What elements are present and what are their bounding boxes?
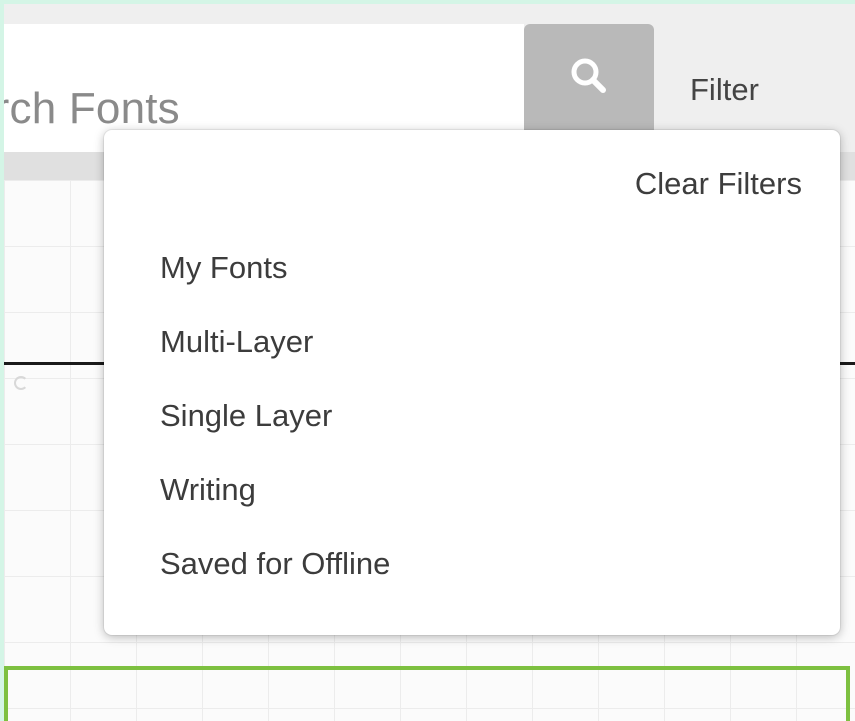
- search-button[interactable]: [524, 24, 654, 132]
- search-icon: [567, 54, 611, 103]
- filter-option-multi-layer[interactable]: Multi-Layer: [160, 322, 390, 396]
- filter-option-my-fonts[interactable]: My Fonts: [160, 248, 390, 322]
- rotate-handle-icon: [14, 376, 28, 390]
- filter-option-single-layer[interactable]: Single Layer: [160, 396, 390, 470]
- filter-option-writing[interactable]: Writing: [160, 470, 390, 544]
- clear-filters-link[interactable]: Clear Filters: [635, 166, 802, 202]
- app-window: arch Fonts Filter Clear Filters My Fonts…: [4, 4, 855, 721]
- filter-option-saved-for-offline[interactable]: Saved for Offline: [160, 544, 390, 618]
- selected-object-frame[interactable]: [4, 666, 850, 721]
- filter-dropdown: Clear Filters My Fonts Multi-Layer Singl…: [104, 130, 840, 635]
- filter-options-list: My Fonts Multi-Layer Single Layer Writin…: [160, 248, 390, 618]
- search-input-text: arch Fonts: [4, 84, 180, 133]
- filter-button[interactable]: Filter: [690, 72, 759, 108]
